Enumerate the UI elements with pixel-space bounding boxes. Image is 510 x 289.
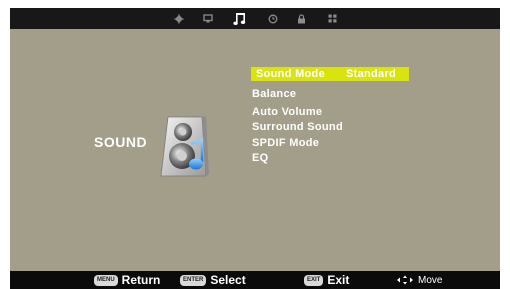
clock-icon bbox=[268, 14, 278, 23]
picture-icon bbox=[203, 14, 213, 23]
select-label: Select bbox=[210, 273, 246, 287]
enter-key: ENTER bbox=[180, 274, 207, 286]
tab-lock[interactable] bbox=[286, 8, 316, 29]
section-title: SOUND bbox=[94, 134, 148, 150]
lock-icon bbox=[297, 13, 305, 23]
menu-item-eq[interactable]: EQ bbox=[252, 152, 269, 164]
tab-bar bbox=[10, 8, 500, 29]
return-label: Return bbox=[121, 273, 161, 287]
menu-item-spdif-mode[interactable]: SPDIF Mode bbox=[252, 137, 319, 149]
move-label: Move bbox=[418, 274, 443, 286]
exit-label: Exit bbox=[327, 273, 350, 287]
music-note-icon bbox=[233, 12, 246, 25]
menu-key: MENU bbox=[94, 274, 118, 286]
tab-setup[interactable] bbox=[164, 8, 194, 29]
move-hint: Move bbox=[396, 273, 442, 287]
sound-panel bbox=[10, 29, 500, 271]
return-hint[interactable]: MENU Return bbox=[94, 273, 160, 287]
menu-item-sound-mode[interactable]: Sound Mode Standard bbox=[251, 67, 409, 81]
sound-mode-label: Sound Mode bbox=[256, 68, 325, 80]
exit-key: EXIT bbox=[304, 274, 324, 286]
grid-icon bbox=[328, 14, 336, 23]
menu-item-auto-volume[interactable]: Auto Volume bbox=[252, 106, 322, 118]
direction-arrows-icon bbox=[397, 275, 413, 285]
tab-picture[interactable] bbox=[193, 8, 223, 29]
select-hint[interactable]: ENTER Select bbox=[180, 273, 246, 287]
tab-time[interactable] bbox=[258, 8, 288, 29]
menu-item-surround-sound[interactable]: Surround Sound bbox=[252, 121, 343, 133]
tv-osd-screen: SOUND Sound Mode Standard Balance Auto V… bbox=[0, 0, 510, 289]
speaker-icon bbox=[160, 116, 209, 177]
menu-item-balance[interactable]: Balance bbox=[252, 88, 296, 100]
sound-mode-value: Standard bbox=[346, 68, 397, 80]
exit-hint[interactable]: EXIT Exit bbox=[304, 273, 349, 287]
gear-icon bbox=[174, 14, 184, 23]
tab-sound[interactable] bbox=[225, 8, 255, 29]
tab-function[interactable] bbox=[317, 8, 347, 29]
